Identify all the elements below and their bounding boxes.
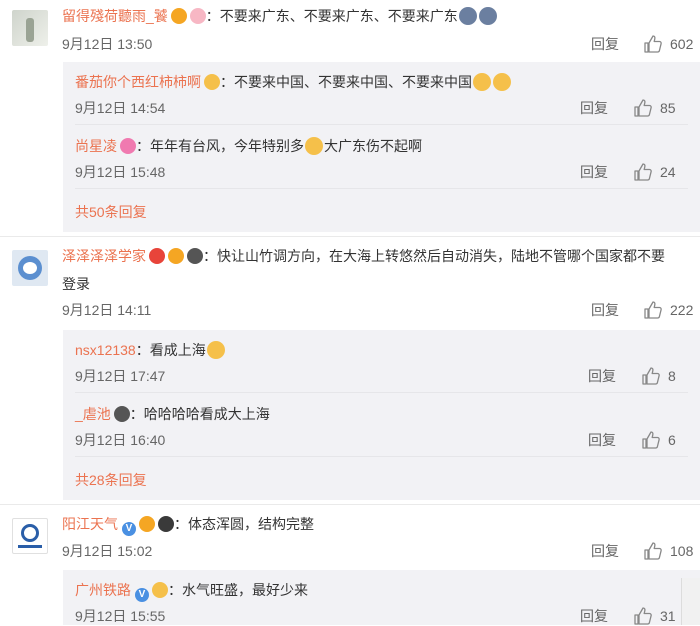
like-button[interactable]: 602 <box>643 34 693 54</box>
emoji-icon <box>120 138 136 154</box>
avatar[interactable] <box>12 250 48 286</box>
like-button[interactable]: 108 <box>643 541 693 561</box>
reply-time: 9月12日 17:47 <box>75 368 166 384</box>
reply-button[interactable]: 回复 <box>588 430 616 450</box>
vip-badge-icon <box>204 74 220 90</box>
reply-text: ：不要来中国、不要来中国、不要来中国 <box>220 74 472 90</box>
reply-button[interactable]: 回复 <box>580 162 608 182</box>
more-replies-link[interactable]: 共28条回复 <box>75 470 147 490</box>
divider <box>75 392 688 393</box>
thumbs-up-icon <box>641 366 661 386</box>
emoji-icon <box>206 341 225 359</box>
scrollbar[interactable] <box>681 578 700 625</box>
thumbs-up-icon <box>643 541 663 561</box>
reply-text: 大广东伤不起啊 <box>324 138 422 154</box>
avatar[interactable] <box>12 10 48 46</box>
thumbs-up-icon <box>643 300 663 320</box>
emoji-icon <box>458 7 477 25</box>
reply-username[interactable]: 尚星凌 <box>75 138 117 154</box>
emoji-icon <box>305 137 323 155</box>
avatar[interactable] <box>12 518 48 554</box>
vip-badge-icon <box>139 516 155 532</box>
reply-text: ：看成上海 <box>135 342 206 358</box>
reply-list: nsx12138：看成上海 9月12日 17:47 回复 8 _虐池 ：哈哈哈哈看… <box>63 330 700 500</box>
comment-username[interactable]: 留得殘荷聽雨_饕 <box>62 8 168 24</box>
comment-username[interactable]: 泽泽泽泽学家 <box>62 248 146 264</box>
reply-text: ：年年有台风，今年特别多 <box>136 138 304 154</box>
reply-time: 9月12日 15:48 <box>75 164 166 180</box>
reply-username[interactable]: 番茄你个西红柿柿啊 <box>75 74 201 90</box>
vip-badge-icon <box>170 8 187 24</box>
comment-text: 登录 <box>62 276 90 292</box>
like-button[interactable]: 6 <box>641 430 676 450</box>
reply-time: 9月12日 15:55 <box>75 608 166 624</box>
emoji-icon <box>158 516 174 532</box>
like-button[interactable]: 8 <box>641 366 676 386</box>
emoji-icon <box>473 73 491 91</box>
reply-list: 广州铁路 V ：水气旺盛，最好少来 9月12日 15:55 回复 31 <box>63 570 700 625</box>
verified-v-icon: V <box>135 588 149 602</box>
star-badge-icon <box>149 248 165 264</box>
divider <box>75 188 688 189</box>
like-count: 8 <box>668 368 676 384</box>
reply-button[interactable]: 回复 <box>580 98 608 118</box>
comment-text: ：体态浑圆，结构完整 <box>174 516 314 532</box>
like-button[interactable]: 85 <box>633 98 676 118</box>
thumbs-up-icon <box>633 98 653 118</box>
comment-username[interactable]: 阳江天气 <box>62 516 118 532</box>
reply-username[interactable]: nsx12138 <box>75 342 136 358</box>
reply-text: ：哈哈哈哈看成大上海 <box>129 406 270 422</box>
comment-text: ：不要来广东、不要来广东、不要来广东 <box>205 8 458 24</box>
reply-button[interactable]: 回复 <box>580 606 608 626</box>
emoji-icon <box>113 406 130 422</box>
reply-button[interactable]: 回复 <box>591 300 619 320</box>
divider <box>75 456 688 457</box>
thumbs-up-icon <box>643 34 663 54</box>
like-count: 85 <box>660 100 676 116</box>
reply-button[interactable]: 回复 <box>591 34 619 54</box>
divider <box>0 236 700 237</box>
thumbs-up-icon <box>633 162 653 182</box>
like-count: 6 <box>668 432 676 448</box>
comment-time: 9月12日 14:11 <box>62 302 152 318</box>
reply-time: 9月12日 14:54 <box>75 100 166 116</box>
emoji-icon <box>189 8 206 24</box>
reply-button[interactable]: 回复 <box>588 366 616 386</box>
vip-badge-icon <box>152 582 168 598</box>
emoji-icon <box>187 248 203 264</box>
emoji-icon <box>493 73 511 91</box>
like-count: 31 <box>660 608 676 624</box>
like-count: 24 <box>660 164 676 180</box>
reply-text: ：水气旺盛，最好少来 <box>168 582 308 598</box>
like-button[interactable]: 31 <box>633 606 676 626</box>
thumbs-up-icon <box>633 606 653 626</box>
like-count: 222 <box>670 302 694 318</box>
like-count: 602 <box>670 36 694 52</box>
comment-text: ：快让山竹调方向，在大海上转悠然后自动消失，陆地不管哪个国家都不要 <box>203 248 665 264</box>
reply-username[interactable]: 广州铁路 <box>75 582 131 598</box>
vip-badge-icon <box>168 248 184 264</box>
emoji-icon <box>478 7 497 25</box>
reply-time: 9月12日 16:40 <box>75 432 166 448</box>
like-button[interactable]: 222 <box>643 300 693 320</box>
divider <box>75 124 688 125</box>
reply-button[interactable]: 回复 <box>591 541 619 561</box>
reply-username[interactable]: _虐池 <box>75 406 111 422</box>
comment-time: 9月12日 15:02 <box>62 543 153 559</box>
divider <box>0 504 700 505</box>
verified-v-icon: V <box>122 522 136 536</box>
like-button[interactable]: 24 <box>633 162 676 182</box>
comment-time: 9月12日 13:50 <box>62 36 153 52</box>
reply-list: 番茄你个西红柿柿啊 ：不要来中国、不要来中国、不要来中国 9月12日 14:54 … <box>63 62 700 232</box>
more-replies-link[interactable]: 共50条回复 <box>75 202 147 222</box>
like-count: 108 <box>670 543 694 559</box>
thumbs-up-icon <box>641 430 661 450</box>
